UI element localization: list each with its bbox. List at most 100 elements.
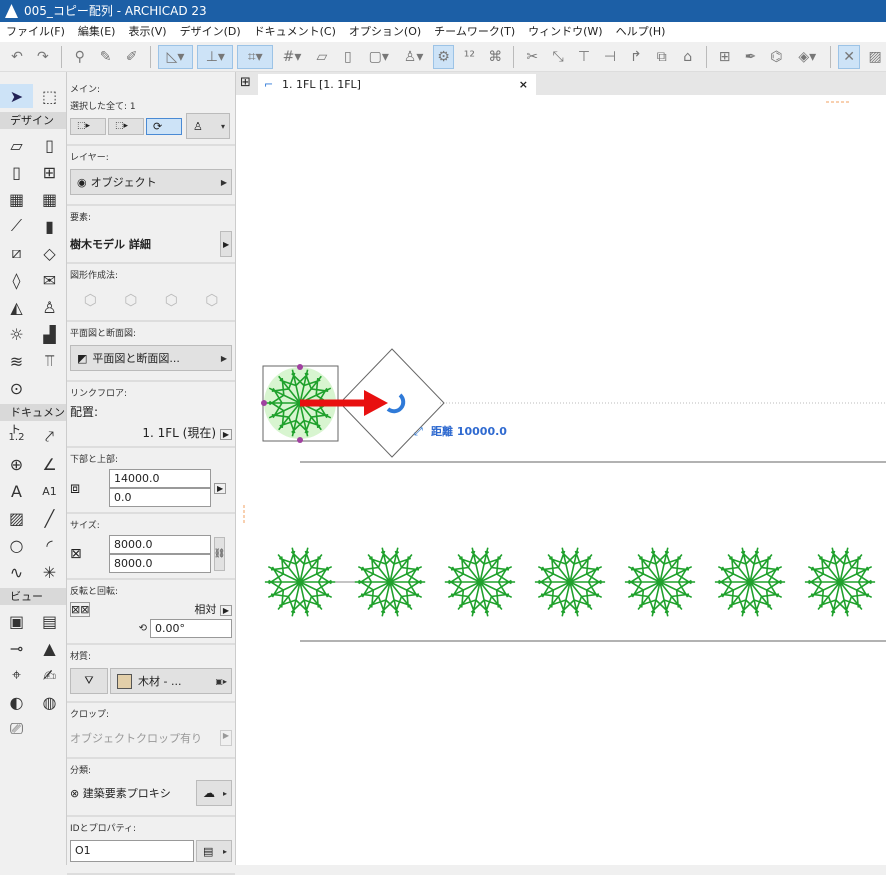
detail-tool-icon[interactable]: ◐ bbox=[0, 690, 33, 714]
hotspot-icon[interactable]: ✳ bbox=[33, 560, 66, 584]
tree-object[interactable] bbox=[714, 547, 786, 617]
mesh-tool-icon[interactable]: ◊ bbox=[0, 268, 33, 292]
change-tool-icon[interactable]: ◍ bbox=[33, 690, 66, 714]
relative-menu-button[interactable]: ▶ bbox=[219, 605, 232, 616]
level-dimension-icon[interactable]: ⤤ bbox=[33, 425, 66, 449]
top-elevation-input[interactable]: 14000.0 bbox=[109, 469, 211, 488]
column-tool-icon[interactable]: ▮ bbox=[33, 214, 66, 238]
roof-tool-icon[interactable]: ◇ bbox=[33, 241, 66, 265]
elevation-dimension-icon[interactable]: ⊕ bbox=[0, 452, 33, 476]
angle-dimension-icon[interactable]: ∠ bbox=[33, 452, 66, 476]
menu-help[interactable]: ヘルプ(H) bbox=[616, 22, 666, 42]
classification-button[interactable]: ☁ ▸ bbox=[196, 780, 232, 806]
id-input[interactable]: O1 bbox=[70, 840, 194, 862]
menu-document[interactable]: ドキュメント(C) bbox=[254, 22, 336, 42]
menu-teamwork[interactable]: チームワーク(T) bbox=[434, 22, 515, 42]
dimension-tool-icon[interactable]: 1.2 bbox=[0, 425, 33, 449]
fillet-icon[interactable]: ↱ bbox=[625, 45, 647, 69]
elevation-tool-icon[interactable]: ▲ bbox=[33, 636, 66, 660]
trim-icon[interactable]: ⊤ bbox=[573, 45, 595, 69]
element-select-button[interactable]: ⬚▸ bbox=[70, 117, 106, 135]
coordinates-icon[interactable]: ⌗▾ bbox=[237, 44, 274, 69]
slab-tool-icon[interactable]: ⧄ bbox=[0, 241, 33, 265]
material-override-button[interactable]: ⛛ bbox=[70, 668, 108, 694]
tab-floor-plan[interactable]: ⌐ 1. 1FL [1. 1FL] × bbox=[258, 74, 536, 95]
railing-tool-icon[interactable]: ⫪ bbox=[33, 349, 66, 373]
wall-tool-icon[interactable]: ▱ bbox=[0, 133, 33, 157]
beam-tool-icon[interactable]: ⟋ bbox=[0, 214, 33, 238]
menu-options[interactable]: オプション(O) bbox=[349, 22, 421, 42]
drawing-tool-icon[interactable]: ▤ bbox=[33, 609, 66, 633]
brush-icon[interactable]: ✒ bbox=[740, 45, 762, 69]
curtain-wall-tool-icon[interactable]: ▯ bbox=[33, 133, 66, 157]
curtainwall-grid-icon[interactable]: ▦ bbox=[0, 187, 33, 211]
text-tool-icon[interactable]: A bbox=[0, 479, 33, 503]
door-tool-icon[interactable]: ▯ bbox=[0, 160, 33, 184]
column-grid-icon[interactable]: ▦ bbox=[33, 187, 66, 211]
tree-object[interactable] bbox=[354, 547, 426, 617]
snap-icon[interactable]: ⊥▾ bbox=[197, 44, 234, 69]
redo-icon[interactable]: ↷ bbox=[32, 45, 54, 69]
stair-tool-icon[interactable]: ≋ bbox=[0, 349, 33, 373]
crop-menu-button[interactable]: ▶ bbox=[219, 730, 232, 746]
cut-icon[interactable]: ✂ bbox=[521, 45, 543, 69]
marquee-select-button[interactable]: ⬚▸ bbox=[108, 117, 144, 135]
properties-button[interactable]: ▤ ▸ bbox=[196, 840, 232, 862]
grid-icon[interactable]: #▾ bbox=[277, 45, 307, 69]
zone-tool-icon[interactable]: ▟ bbox=[33, 322, 66, 346]
object-tool-icon[interactable]: ♙ bbox=[33, 295, 66, 319]
tab-close-button[interactable]: × bbox=[519, 74, 528, 95]
scale-icon[interactable]: ¹² bbox=[458, 45, 480, 69]
worksheet-tool-icon[interactable]: ✍ bbox=[33, 663, 66, 687]
layer-dropdown[interactable]: ◉ オブジェクト ▶ bbox=[70, 169, 232, 195]
geometry-rectangle-icon[interactable]: ⬡ bbox=[205, 291, 218, 309]
morph-icon[interactable]: ◈▾ bbox=[791, 45, 823, 69]
spline-tool-icon[interactable]: ∿ bbox=[0, 560, 33, 584]
eyedropper-icon[interactable]: ✎ bbox=[95, 45, 117, 69]
tree-object[interactable] bbox=[444, 547, 516, 617]
figure-tool-icon[interactable]: ▣ bbox=[0, 609, 33, 633]
plane-icon[interactable]: ▱ bbox=[311, 45, 333, 69]
menu-design[interactable]: デザイン(D) bbox=[180, 22, 241, 42]
tree-object[interactable] bbox=[804, 547, 876, 617]
object-settings-button[interactable]: ♙ ▾ bbox=[186, 113, 230, 139]
interior-elevation-icon[interactable]: ⌖ bbox=[0, 663, 33, 687]
trace-icon[interactable]: ⚙ bbox=[432, 44, 455, 69]
menu-edit[interactable]: 編集(E) bbox=[78, 22, 116, 42]
view-icon[interactable]: ▢▾ bbox=[363, 45, 395, 69]
person-icon[interactable]: ♙▾ bbox=[399, 45, 429, 69]
label-tool-icon[interactable]: A1 bbox=[33, 479, 66, 503]
tree-object[interactable] bbox=[534, 547, 606, 617]
line-tool-icon[interactable]: ╱ bbox=[33, 506, 66, 530]
fill-tool-icon[interactable]: ▨ bbox=[0, 506, 33, 530]
syringe-icon[interactable]: ✐ bbox=[121, 45, 143, 69]
arrow-tool-icon[interactable]: ➤ bbox=[0, 84, 33, 108]
hotspot-tool-icon[interactable]: ⊙ bbox=[0, 376, 33, 400]
guide-icon[interactable]: ◺▾ bbox=[157, 44, 194, 69]
camera-tool-icon[interactable]: ⎚ bbox=[0, 717, 33, 741]
circle-tool-icon[interactable]: ○ bbox=[0, 533, 33, 557]
house-icon[interactable]: ⌂ bbox=[677, 45, 699, 69]
undo-icon[interactable]: ↶ bbox=[6, 45, 28, 69]
plan-section-dropdown[interactable]: ◩ 平面図と断面図... ▶ bbox=[70, 345, 232, 371]
menu-window[interactable]: ウィンドウ(W) bbox=[528, 22, 602, 42]
tree-object[interactable] bbox=[264, 547, 336, 617]
shell-tool-icon[interactable]: ✉ bbox=[33, 268, 66, 292]
arc-tool-icon[interactable]: ◜ bbox=[33, 533, 66, 557]
intersect-icon[interactable]: ⌘ bbox=[484, 45, 506, 69]
wall-icon[interactable]: ▯ bbox=[337, 45, 359, 69]
split-icon[interactable]: ⊣ bbox=[599, 45, 621, 69]
geometry-single-icon[interactable]: ⬡ bbox=[84, 291, 97, 309]
geometry-rotated-icon[interactable]: ⬡ bbox=[165, 291, 178, 309]
tab-overview-icon[interactable]: ⊞ bbox=[240, 75, 251, 90]
hatch-icon[interactable]: ▨ bbox=[864, 45, 886, 69]
pick-icon[interactable]: ⚲ bbox=[69, 45, 91, 69]
lamp-tool-icon[interactable]: ☼ bbox=[0, 322, 33, 346]
morph-tool-icon[interactable]: ◭ bbox=[0, 295, 33, 319]
element-settings-button[interactable]: ▶ bbox=[220, 231, 232, 257]
geometry-diagonal-icon[interactable]: ⬡ bbox=[124, 291, 137, 309]
link-ratio-button[interactable]: ⛓ bbox=[214, 537, 225, 571]
width-input[interactable]: 8000.0 bbox=[109, 535, 211, 554]
adjust-icon[interactable]: ⤡ bbox=[547, 45, 569, 69]
mirror-buttons[interactable]: ⊠⊠ bbox=[70, 601, 91, 617]
